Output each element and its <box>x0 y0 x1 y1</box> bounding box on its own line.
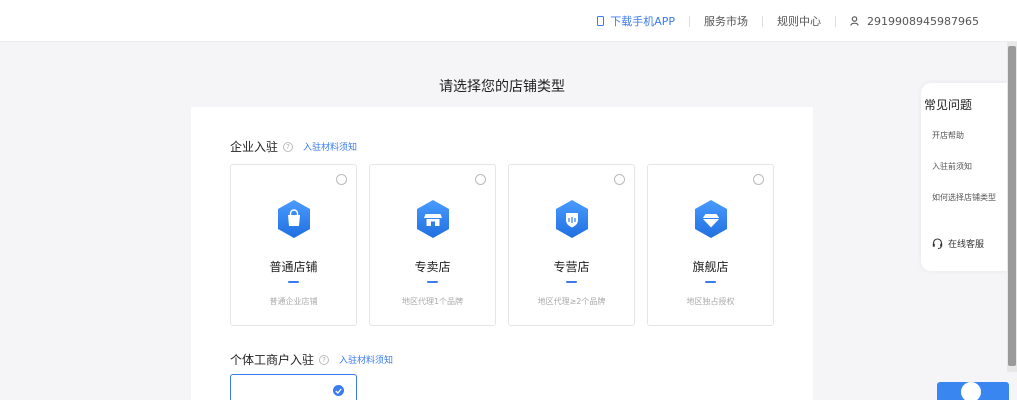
service-market-label: 服务市场 <box>704 15 749 28</box>
rules-center-link[interactable]: 规则中心 <box>777 13 821 29</box>
store-type-panel: 企业入驻 ? 入驻材料须知 普通店铺 普通企业店铺 专卖店 地区代理1个品牌 专… <box>191 107 813 400</box>
top-bar: 下载手机APP 服务市场 规则中心 2919908945987965 <box>0 0 1017 42</box>
shield-icon <box>554 199 590 239</box>
faq-panel: 常见问题 开店帮助 入驻前须知 如何选择店铺类型 在线客服 <box>921 83 1011 271</box>
card-underline <box>288 281 299 283</box>
nav-divider <box>689 15 691 27</box>
store-card-flagship[interactable]: 旗舰店 地区独占授权 <box>647 164 774 326</box>
storefront-icon <box>415 199 451 239</box>
radio-button[interactable] <box>475 174 486 185</box>
store-card-desc: 地区代理1个品牌 <box>401 297 464 306</box>
top-nav: 下载手机APP 服务市场 规则中心 2919908945987965 <box>597 13 979 29</box>
check-icon[interactable] <box>333 385 344 396</box>
user-icon <box>850 16 859 26</box>
faq-title: 常见问题 <box>924 98 973 112</box>
individual-materials-link[interactable]: 入驻材料须知 <box>339 353 393 366</box>
store-card-desc: 普通企业店铺 <box>269 297 318 306</box>
user-id: 2919908945987965 <box>867 14 979 28</box>
assistant-avatar-icon <box>959 382 983 400</box>
faq-item-open-store-help[interactable]: 开店帮助 <box>932 130 964 141</box>
faq-item-before-entry[interactable]: 入驻前须知 <box>932 161 972 172</box>
store-card-name: 旗舰店 <box>692 260 729 274</box>
question-circle-icon[interactable]: ? <box>283 141 294 152</box>
card-underline <box>427 281 438 283</box>
store-card-individual[interactable] <box>230 374 357 400</box>
individual-title: 个体工商户入驻 <box>230 353 315 367</box>
store-card-name: 专卖店 <box>414 260 451 274</box>
page-title: 请选择您的店铺类型 <box>439 79 565 95</box>
enterprise-section-title: 企业入驻 ? 入驻材料须知 <box>230 138 357 155</box>
download-app-label: 下载手机APP <box>610 15 676 28</box>
individual-section-title: 个体工商户入驻 ? 入驻材料须知 <box>230 351 393 368</box>
enterprise-store-cards: 普通店铺 普通企业店铺 专卖店 地区代理1个品牌 专营店 地区代理≥2个品牌 旗… <box>230 164 786 326</box>
store-card-desc: 地区代理≥2个品牌 <box>537 297 606 306</box>
nav-divider <box>762 15 764 27</box>
store-card-specialty[interactable]: 专营店 地区代理≥2个品牌 <box>508 164 635 326</box>
enterprise-title: 企业入驻 <box>230 140 279 154</box>
service-market-link[interactable]: 服务市场 <box>704 13 748 29</box>
user-account[interactable]: 2919908945987965 <box>850 15 979 28</box>
store-card-desc: 地区独占授权 <box>686 297 735 306</box>
radio-button[interactable] <box>336 174 347 185</box>
phone-icon <box>597 16 605 26</box>
rules-center-label: 规则中心 <box>777 15 822 28</box>
faq-item-choose-store-type[interactable]: 如何选择店铺类型 <box>932 192 996 203</box>
store-card-regular[interactable]: 普通店铺 普通企业店铺 <box>230 164 357 326</box>
scrollbar-thumb[interactable] <box>1008 46 1016 366</box>
radio-button[interactable] <box>753 174 764 185</box>
card-underline <box>705 281 716 283</box>
diamond-icon <box>693 199 729 239</box>
floating-assistant-button[interactable] <box>937 382 1009 400</box>
store-card-exclusive[interactable]: 专卖店 地区代理1个品牌 <box>369 164 496 326</box>
nav-divider <box>835 15 837 27</box>
online-service-label: 在线客服 <box>948 240 985 250</box>
card-underline <box>566 281 577 283</box>
enterprise-materials-link[interactable]: 入驻材料须知 <box>303 140 357 153</box>
headset-icon <box>932 238 943 249</box>
store-card-name: 专营店 <box>553 260 590 274</box>
store-card-name: 普通店铺 <box>269 260 318 274</box>
download-app-link[interactable]: 下载手机APP <box>597 13 675 29</box>
radio-button[interactable] <box>614 174 625 185</box>
question-circle-icon[interactable]: ? <box>319 354 330 365</box>
shopping-bag-icon <box>276 199 312 239</box>
online-service-link[interactable]: 在线客服 <box>932 237 984 250</box>
